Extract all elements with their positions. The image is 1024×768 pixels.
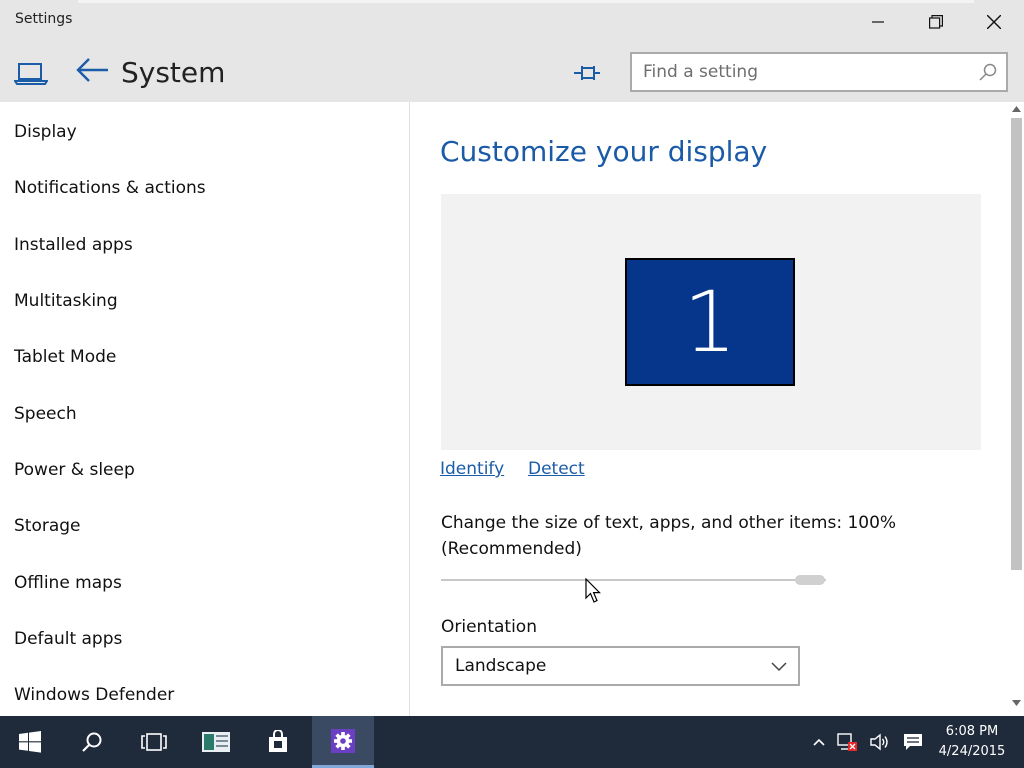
orientation-label: Orientation xyxy=(441,617,537,637)
pin-icon[interactable] xyxy=(570,58,604,88)
taskbar-app-store[interactable] xyxy=(250,716,306,768)
page-title: Customize your display xyxy=(440,135,768,168)
sidebar-item-power-sleep[interactable]: Power & sleep xyxy=(14,460,135,480)
sidebar-item-display[interactable]: Display xyxy=(14,122,77,142)
title-bar-stripe xyxy=(78,0,974,3)
detect-link[interactable]: Detect xyxy=(528,459,585,479)
sidebar-item-storage[interactable]: Storage xyxy=(14,516,81,536)
task-view-button[interactable] xyxy=(126,716,182,768)
mouse-cursor xyxy=(585,578,601,603)
clock-time: 6:08 PM xyxy=(945,724,999,739)
display-arrangement-area: 1 xyxy=(441,194,981,450)
sidebar-item-windows-defender[interactable]: Windows Defender xyxy=(14,685,174,705)
section-title: System xyxy=(121,56,226,89)
sidebar-item-notifications[interactable]: Notifications & actions xyxy=(14,178,206,198)
search-icon[interactable] xyxy=(978,62,998,82)
scroll-up-icon[interactable] xyxy=(1012,106,1021,112)
title-bar: Settings xyxy=(0,0,1024,44)
taskbar-app-reader[interactable] xyxy=(188,716,244,768)
main-content: Customize your display 1 Identify Detect… xyxy=(411,102,1009,716)
taskbar: 6:08 PM 4/24/2015 xyxy=(0,716,1024,768)
laptop-icon xyxy=(14,63,48,85)
search-input[interactable] xyxy=(632,54,962,90)
scale-slider-track[interactable] xyxy=(441,579,826,581)
orientation-dropdown[interactable]: Landscape xyxy=(441,646,800,686)
sidebar-item-offline-maps[interactable]: Offline maps xyxy=(14,573,122,593)
scale-slider-thumb[interactable] xyxy=(795,575,825,585)
sidebar-item-tablet-mode[interactable]: Tablet Mode xyxy=(14,347,116,367)
sidebar-item-speech[interactable]: Speech xyxy=(14,404,77,424)
network-icon[interactable] xyxy=(836,732,858,752)
settings-gear-icon xyxy=(331,728,355,753)
search-taskbar-icon xyxy=(82,732,102,752)
tray-overflow-icon[interactable] xyxy=(808,732,830,752)
monitor-tile[interactable]: 1 xyxy=(625,258,795,386)
reader-app-icon xyxy=(202,732,230,752)
monitor-number: 1 xyxy=(683,273,737,371)
close-icon xyxy=(987,15,1001,29)
clock[interactable]: 6:08 PM 4/24/2015 xyxy=(936,722,1008,762)
search-box[interactable] xyxy=(630,52,1008,92)
minimize-icon xyxy=(872,21,884,23)
close-button[interactable] xyxy=(966,0,1022,44)
sidebar-item-multitasking[interactable]: Multitasking xyxy=(14,291,118,311)
settings-header: System xyxy=(0,44,1024,102)
volume-icon[interactable] xyxy=(868,732,890,752)
vertical-scrollbar[interactable] xyxy=(1009,102,1024,716)
back-arrow-icon[interactable] xyxy=(74,56,110,88)
scrollbar-thumb[interactable] xyxy=(1011,118,1022,570)
restore-icon xyxy=(929,15,943,29)
orientation-value: Landscape xyxy=(455,656,547,676)
sidebar-item-default-apps[interactable]: Default apps xyxy=(14,629,122,649)
restore-button[interactable] xyxy=(908,0,964,44)
sidebar: Display Notifications & actions Installe… xyxy=(0,102,410,716)
sidebar-item-installed-apps[interactable]: Installed apps xyxy=(14,235,133,255)
clock-date: 4/24/2015 xyxy=(938,744,1006,759)
action-center-icon[interactable] xyxy=(902,732,924,752)
taskbar-app-settings[interactable] xyxy=(312,716,374,768)
window-title: Settings xyxy=(15,11,73,27)
task-view-icon xyxy=(141,733,167,751)
start-button[interactable] xyxy=(2,716,58,768)
store-icon xyxy=(269,730,287,752)
identify-link[interactable]: Identify xyxy=(440,459,504,479)
scroll-down-icon[interactable] xyxy=(1012,700,1021,706)
taskbar-search-button[interactable] xyxy=(64,716,120,768)
minimize-button[interactable] xyxy=(850,0,906,44)
scale-label: Change the size of text, apps, and other… xyxy=(441,513,897,559)
chevron-down-icon xyxy=(771,662,787,672)
start-icon xyxy=(19,731,41,753)
